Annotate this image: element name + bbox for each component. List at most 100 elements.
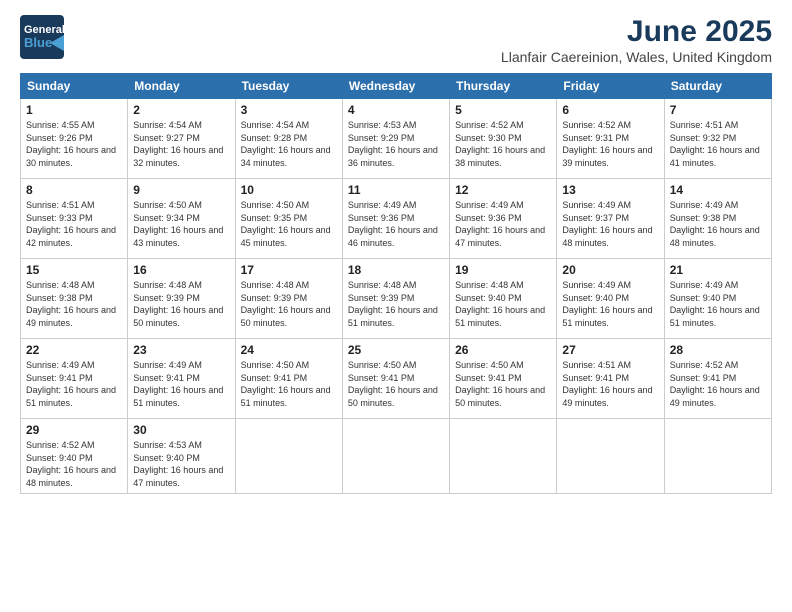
- calendar-cell: 3Sunrise: 4:54 AMSunset: 9:28 PMDaylight…: [235, 99, 342, 179]
- title-block: June 2025 Llanfair Caereinion, Wales, Un…: [501, 15, 772, 65]
- calendar-cell: 1Sunrise: 4:55 AMSunset: 9:26 PMDaylight…: [21, 99, 128, 179]
- calendar-cell: [664, 419, 771, 494]
- subtitle: Llanfair Caereinion, Wales, United Kingd…: [501, 49, 772, 65]
- day-info: Sunrise: 4:49 AMSunset: 9:36 PMDaylight:…: [348, 199, 444, 249]
- day-number: 23: [133, 343, 229, 357]
- calendar-cell: 14 Sunrise: 4:49 AMSunset: 9:38 PMDayligh…: [664, 179, 771, 259]
- day-info: Sunrise: 4:49 AMSunset: 9:41 PMDaylight:…: [133, 359, 229, 409]
- weekday-header-row: SundayMondayTuesdayWednesdayThursdayFrid…: [21, 74, 772, 99]
- calendar-cell: 23 Sunrise: 4:49 AMSunset: 9:41 PMDayligh…: [128, 339, 235, 419]
- calendar-week-row: 1Sunrise: 4:55 AMSunset: 9:26 PMDaylight…: [21, 99, 772, 179]
- day-number: 13: [562, 183, 658, 197]
- day-info: Sunrise: 4:51 AMSunset: 9:33 PMDaylight:…: [26, 199, 122, 249]
- calendar-cell: 27 Sunrise: 4:51 AMSunset: 9:41 PMDayligh…: [557, 339, 664, 419]
- day-number: 26: [455, 343, 551, 357]
- day-info: Sunrise: 4:51 AMSunset: 9:41 PMDaylight:…: [562, 359, 658, 409]
- day-number: 25: [348, 343, 444, 357]
- day-info: Sunrise: 4:51 AMSunset: 9:32 PMDaylight:…: [670, 119, 766, 169]
- calendar-week-row: 29 Sunrise: 4:52 AMSunset: 9:40 PMDayligh…: [21, 419, 772, 494]
- calendar-week-row: 22 Sunrise: 4:49 AMSunset: 9:41 PMDayligh…: [21, 339, 772, 419]
- main-title: June 2025: [501, 15, 772, 49]
- day-number: 29: [26, 423, 122, 437]
- page: General Blue June 2025 Llanfair Caereini…: [0, 0, 792, 612]
- calendar-cell: 6 Sunrise: 4:52 AMSunset: 9:31 PMDaylight…: [557, 99, 664, 179]
- calendar-cell: 16 Sunrise: 4:48 AMSunset: 9:39 PMDayligh…: [128, 259, 235, 339]
- day-info: Sunrise: 4:50 AMSunset: 9:41 PMDaylight:…: [348, 359, 444, 409]
- calendar-cell: 19 Sunrise: 4:48 AMSunset: 9:40 PMDayligh…: [450, 259, 557, 339]
- logo: General Blue: [20, 15, 68, 59]
- day-info: Sunrise: 4:50 AMSunset: 9:41 PMDaylight:…: [241, 359, 337, 409]
- calendar-cell: 13 Sunrise: 4:49 AMSunset: 9:37 PMDayligh…: [557, 179, 664, 259]
- day-number: 17: [241, 263, 337, 277]
- header: General Blue June 2025 Llanfair Caereini…: [20, 15, 772, 65]
- calendar-cell: 7 Sunrise: 4:51 AMSunset: 9:32 PMDaylight…: [664, 99, 771, 179]
- day-number: 6: [562, 103, 658, 117]
- day-info: Sunrise: 4:49 AMSunset: 9:40 PMDaylight:…: [562, 279, 658, 329]
- day-number: 7: [670, 103, 766, 117]
- weekday-header: Sunday: [21, 74, 128, 99]
- day-info: Sunrise: 4:49 AMSunset: 9:36 PMDaylight:…: [455, 199, 551, 249]
- calendar-cell: 25 Sunrise: 4:50 AMSunset: 9:41 PMDayligh…: [342, 339, 449, 419]
- calendar-table: SundayMondayTuesdayWednesdayThursdayFrid…: [20, 73, 772, 494]
- weekday-header: Monday: [128, 74, 235, 99]
- day-info: Sunrise: 4:48 AMSunset: 9:39 PMDaylight:…: [133, 279, 229, 329]
- day-number: 21: [670, 263, 766, 277]
- day-number: 9: [133, 183, 229, 197]
- day-number: 22: [26, 343, 122, 357]
- day-number: 24: [241, 343, 337, 357]
- day-info: Sunrise: 4:53 AMSunset: 9:40 PMDaylight:…: [133, 439, 229, 489]
- calendar-cell: 2 Sunrise: 4:54 AMSunset: 9:27 PMDaylight…: [128, 99, 235, 179]
- calendar-cell: 17 Sunrise: 4:48 AMSunset: 9:39 PMDayligh…: [235, 259, 342, 339]
- day-info: Sunrise: 4:48 AMSunset: 9:39 PMDaylight:…: [348, 279, 444, 329]
- calendar-cell: 28Sunrise: 4:52 AMSunset: 9:41 PMDayligh…: [664, 339, 771, 419]
- day-info: Sunrise: 4:49 AMSunset: 9:41 PMDaylight:…: [26, 359, 122, 409]
- day-number: 12: [455, 183, 551, 197]
- calendar-cell: 30Sunrise: 4:53 AMSunset: 9:40 PMDayligh…: [128, 419, 235, 494]
- day-info: Sunrise: 4:49 AMSunset: 9:40 PMDaylight:…: [670, 279, 766, 329]
- day-number: 19: [455, 263, 551, 277]
- day-info: Sunrise: 4:52 AMSunset: 9:30 PMDaylight:…: [455, 119, 551, 169]
- day-number: 16: [133, 263, 229, 277]
- calendar-cell: 18 Sunrise: 4:48 AMSunset: 9:39 PMDayligh…: [342, 259, 449, 339]
- day-number: 20: [562, 263, 658, 277]
- weekday-header: Saturday: [664, 74, 771, 99]
- calendar-cell: 12 Sunrise: 4:49 AMSunset: 9:36 PMDayligh…: [450, 179, 557, 259]
- day-number: 10: [241, 183, 337, 197]
- calendar-cell: 26 Sunrise: 4:50 AMSunset: 9:41 PMDayligh…: [450, 339, 557, 419]
- day-info: Sunrise: 4:49 AMSunset: 9:38 PMDaylight:…: [670, 199, 766, 249]
- day-number: 14: [670, 183, 766, 197]
- day-info: Sunrise: 4:48 AMSunset: 9:39 PMDaylight:…: [241, 279, 337, 329]
- day-info: Sunrise: 4:52 AMSunset: 9:31 PMDaylight:…: [562, 119, 658, 169]
- calendar-cell: 29 Sunrise: 4:52 AMSunset: 9:40 PMDayligh…: [21, 419, 128, 494]
- day-number: 27: [562, 343, 658, 357]
- calendar-cell: 9 Sunrise: 4:50 AMSunset: 9:34 PMDaylight…: [128, 179, 235, 259]
- calendar-cell: 8 Sunrise: 4:51 AMSunset: 9:33 PMDaylight…: [21, 179, 128, 259]
- day-info: Sunrise: 4:49 AMSunset: 9:37 PMDaylight:…: [562, 199, 658, 249]
- day-number: 5: [455, 103, 551, 117]
- day-number: 4: [348, 103, 444, 117]
- day-info: Sunrise: 4:48 AMSunset: 9:38 PMDaylight:…: [26, 279, 122, 329]
- day-info: Sunrise: 4:53 AMSunset: 9:29 PMDaylight:…: [348, 119, 444, 169]
- calendar-cell: 15Sunrise: 4:48 AMSunset: 9:38 PMDayligh…: [21, 259, 128, 339]
- day-number: 8: [26, 183, 122, 197]
- calendar-cell: 4 Sunrise: 4:53 AMSunset: 9:29 PMDaylight…: [342, 99, 449, 179]
- logo-icon: General Blue: [20, 15, 64, 59]
- weekday-header: Tuesday: [235, 74, 342, 99]
- calendar-cell: 11Sunrise: 4:49 AMSunset: 9:36 PMDayligh…: [342, 179, 449, 259]
- calendar-cell: [450, 419, 557, 494]
- day-info: Sunrise: 4:54 AMSunset: 9:27 PMDaylight:…: [133, 119, 229, 169]
- calendar-cell: [235, 419, 342, 494]
- day-info: Sunrise: 4:48 AMSunset: 9:40 PMDaylight:…: [455, 279, 551, 329]
- weekday-header: Friday: [557, 74, 664, 99]
- calendar-week-row: 8 Sunrise: 4:51 AMSunset: 9:33 PMDaylight…: [21, 179, 772, 259]
- svg-text:Blue: Blue: [24, 35, 52, 50]
- day-number: 3: [241, 103, 337, 117]
- calendar-cell: [342, 419, 449, 494]
- day-info: Sunrise: 4:52 AMSunset: 9:40 PMDaylight:…: [26, 439, 122, 489]
- day-info: Sunrise: 4:50 AMSunset: 9:34 PMDaylight:…: [133, 199, 229, 249]
- calendar-cell: 20 Sunrise: 4:49 AMSunset: 9:40 PMDayligh…: [557, 259, 664, 339]
- day-number: 2: [133, 103, 229, 117]
- day-info: Sunrise: 4:52 AMSunset: 9:41 PMDaylight:…: [670, 359, 766, 409]
- day-number: 18: [348, 263, 444, 277]
- day-info: Sunrise: 4:50 AMSunset: 9:41 PMDaylight:…: [455, 359, 551, 409]
